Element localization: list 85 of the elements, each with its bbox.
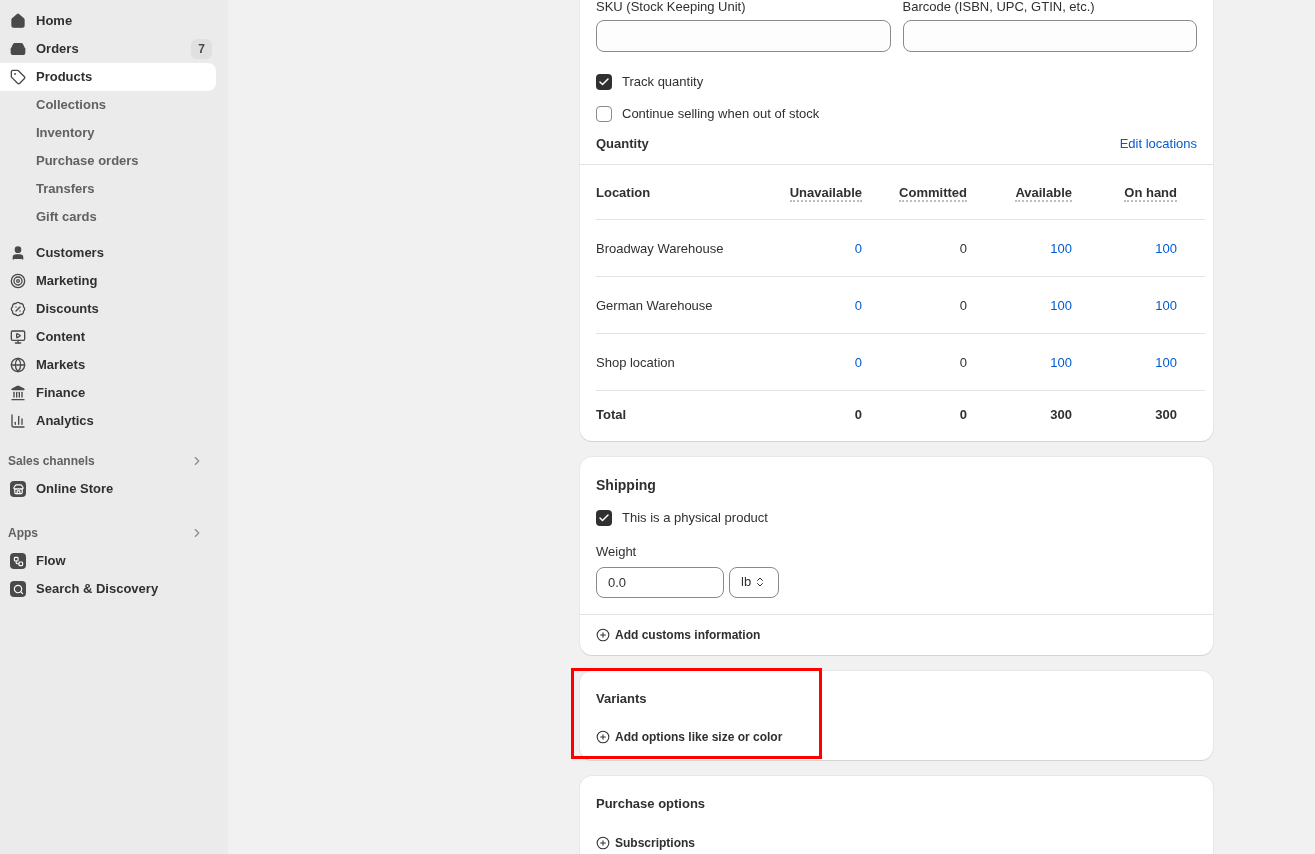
- store-icon: [10, 481, 26, 497]
- plus-circle-icon: [596, 835, 610, 850]
- flow-icon: [10, 553, 26, 569]
- checkbox[interactable]: [596, 106, 612, 122]
- table-cell: Total: [596, 406, 627, 422]
- sidebar-item[interactable]: Marketing: [0, 267, 216, 295]
- sidebar-item[interactable]: Customers: [0, 239, 216, 267]
- plus-circle-icon: [596, 730, 610, 744]
- column-header[interactable]: On hand: [1124, 185, 1177, 202]
- checkmark-icon: [598, 512, 610, 524]
- target-icon: [10, 273, 26, 289]
- sidebar-subitem[interactable]: Purchase orders: [0, 147, 228, 175]
- sidebar-subitem[interactable]: Gift cards: [0, 203, 228, 231]
- checkbox-label: Continue selling when out of stock: [622, 105, 820, 124]
- checkmark-icon: [598, 76, 610, 88]
- section-heading: Apps: [8, 525, 39, 542]
- table-cell: 0: [959, 406, 967, 422]
- quantity-link[interactable]: 100: [1155, 241, 1177, 256]
- weight-field[interactable]: 0.0: [596, 566, 724, 598]
- monitor-icon: [10, 329, 26, 345]
- column-header[interactable]: Committed: [899, 185, 967, 202]
- text-field[interactable]: [902, 20, 1197, 52]
- globe-icon: [10, 357, 26, 373]
- column-header[interactable]: Unavailable: [789, 185, 862, 202]
- sidebar-item[interactable]: Markets: [0, 351, 216, 379]
- checkbox[interactable]: [596, 510, 612, 526]
- sidebar-item[interactable]: Home: [0, 7, 216, 35]
- quantity-link[interactable]: 100: [1050, 241, 1072, 256]
- sidebar-item[interactable]: Finance: [0, 379, 216, 407]
- checkbox[interactable]: [596, 74, 612, 90]
- sidebar-item[interactable]: Online Store: [0, 475, 228, 503]
- search-icon: [10, 581, 26, 597]
- checkbox-label: Track quantity: [622, 73, 704, 92]
- quantity-link[interactable]: 0: [854, 355, 862, 370]
- column-header[interactable]: Available: [1015, 185, 1072, 202]
- table-cell: 0: [959, 298, 967, 313]
- percent-badge-icon: [10, 301, 26, 317]
- card-title: Shipping: [596, 476, 657, 495]
- tag-icon: [10, 69, 26, 85]
- quantity-link[interactable]: 100: [1155, 298, 1177, 313]
- home-icon: [10, 13, 26, 29]
- quantity-link[interactable]: 100: [1050, 298, 1072, 313]
- quantity-link[interactable]: 100: [1155, 355, 1177, 370]
- sidebar-item[interactable]: Orders 7: [0, 35, 216, 63]
- sidebar-item[interactable]: Discounts: [0, 295, 216, 323]
- table-cell: Broadway Warehouse: [596, 241, 724, 256]
- checkbox-label: This is a physical product: [622, 509, 768, 528]
- add-action-button[interactable]: Add options like size or color: [596, 728, 783, 746]
- edit-locations-link[interactable]: Edit locations: [1119, 134, 1197, 154]
- add-action-button[interactable]: Subscriptions: [596, 833, 695, 852]
- bank-icon: [10, 385, 26, 401]
- section-title: Quantity: [596, 135, 649, 154]
- table-cell: German Warehouse: [596, 298, 713, 313]
- section-heading: Sales channels: [8, 453, 96, 470]
- field-label: Weight: [596, 543, 638, 561]
- person-icon: [10, 245, 26, 261]
- sidebar-item[interactable]: Content: [0, 323, 216, 351]
- count-badge: 7: [191, 39, 212, 59]
- table-cell: 0: [854, 406, 862, 422]
- card-title: Variants: [596, 689, 648, 708]
- table-cell: 300: [1155, 406, 1177, 422]
- table-cell: 0: [959, 355, 967, 370]
- inbox-icon: [10, 41, 26, 57]
- sidebar-item[interactable]: Products: [0, 63, 216, 91]
- quantity-link[interactable]: 0: [854, 241, 862, 256]
- sidebar-subitem[interactable]: Collections: [0, 91, 228, 119]
- plus-circle-icon: [596, 627, 610, 642]
- sidebar-item[interactable]: Analytics: [0, 407, 216, 435]
- field-label: SKU (Stock Keeping Unit): [596, 0, 747, 14]
- bar-chart-icon: [10, 413, 26, 429]
- card-title: Purchase options: [596, 795, 707, 813]
- field-label: Barcode (ISBN, UPC, GTIN, etc.): [902, 0, 1096, 14]
- quantity-link[interactable]: 100: [1050, 355, 1072, 370]
- column-header: Location: [596, 185, 651, 200]
- add-action-button[interactable]: Add customs information: [596, 625, 761, 644]
- sidebar-item[interactable]: Flow: [0, 547, 228, 575]
- quantity-link[interactable]: 0: [854, 298, 862, 313]
- table-cell: 0: [959, 241, 967, 256]
- sidebar-item[interactable]: Search & Discovery: [0, 575, 228, 603]
- text-field[interactable]: [596, 20, 891, 52]
- unit-select[interactable]: lb: [729, 566, 779, 598]
- table-cell: 300: [1050, 406, 1072, 422]
- sidebar-subitem[interactable]: Inventory: [0, 119, 228, 147]
- sidebar-subitem[interactable]: Transfers: [0, 175, 228, 203]
- table-cell: Shop location: [596, 355, 675, 370]
